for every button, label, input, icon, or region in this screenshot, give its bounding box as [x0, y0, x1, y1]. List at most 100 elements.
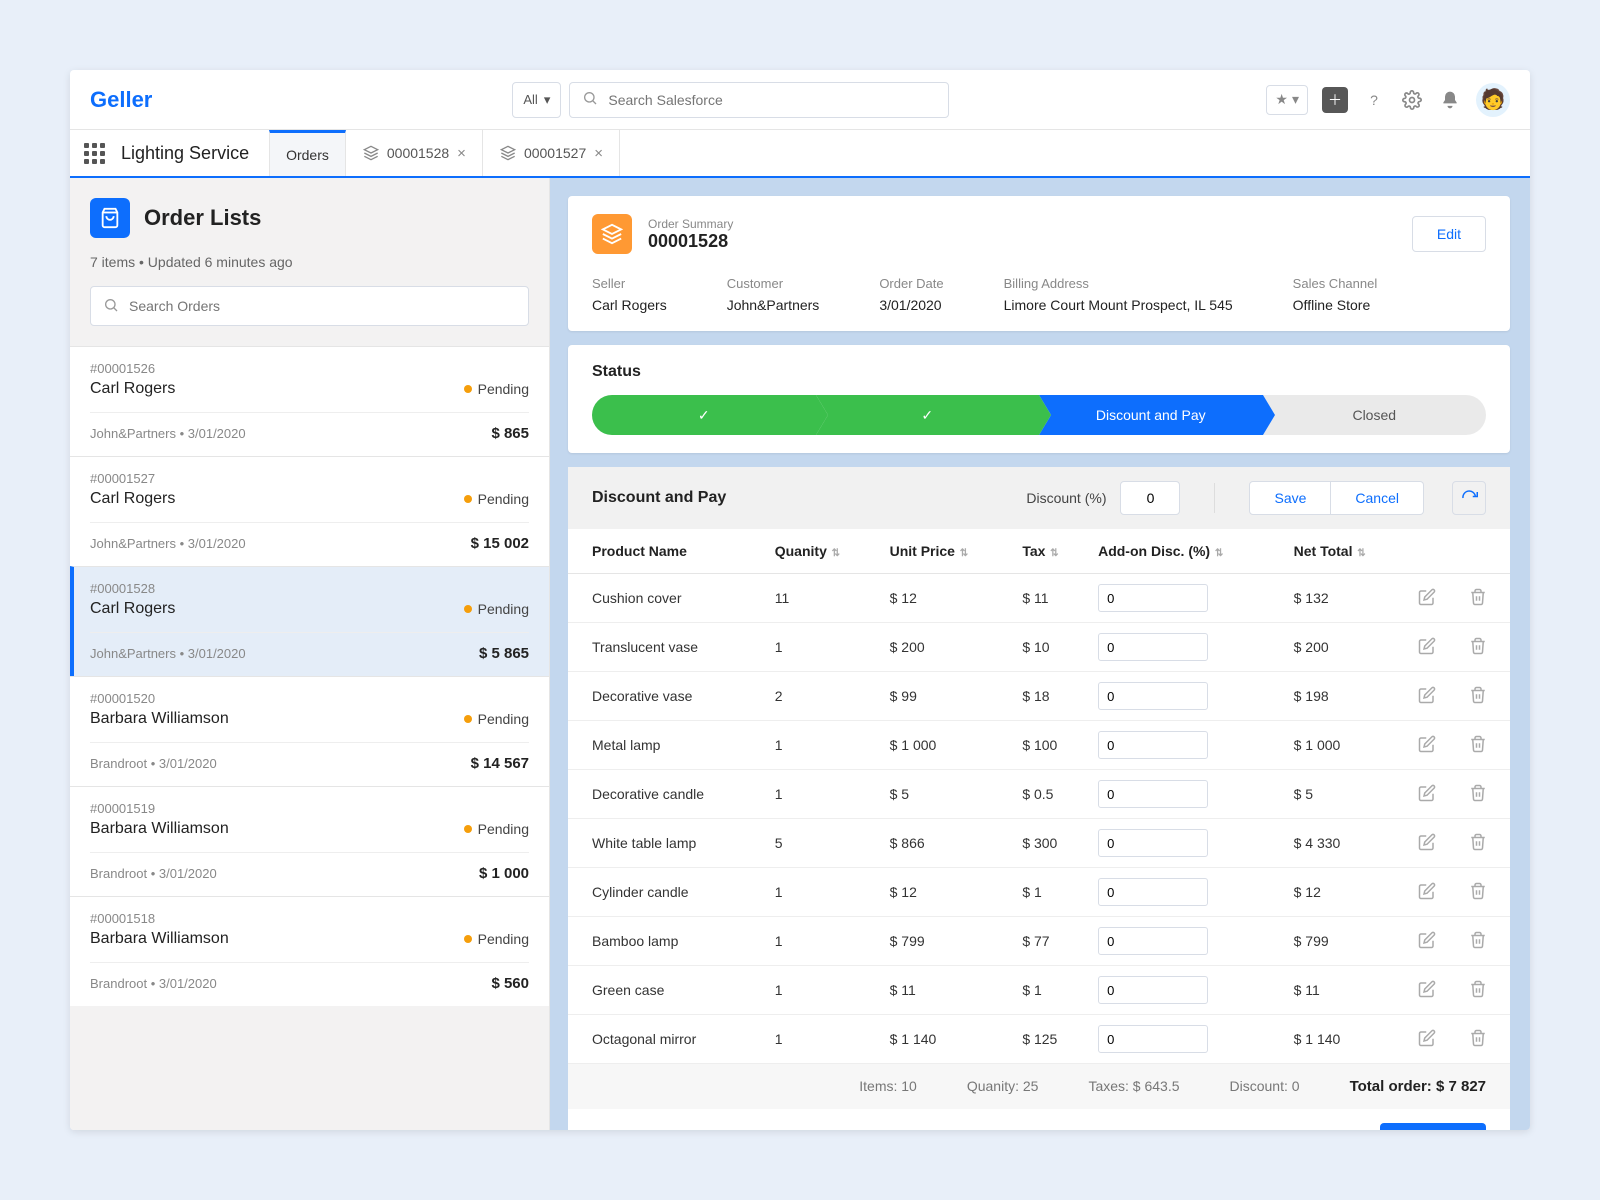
edit-icon[interactable] [1408, 868, 1459, 917]
column-header[interactable]: Unit Price ⇅ [880, 529, 1013, 574]
status-step-3[interactable]: Discount and Pay [1039, 395, 1263, 435]
order-number: #00001527 [90, 471, 529, 486]
search-icon [582, 90, 598, 109]
order-amount: $ 14 567 [471, 755, 529, 772]
cell-tax: $ 300 [1012, 819, 1088, 868]
cell-qty: 1 [765, 1015, 880, 1064]
order-list-item[interactable]: #00001527 Carl Rogers Pending John&Partn… [70, 456, 549, 566]
addon-discount-input[interactable] [1098, 927, 1208, 955]
tab-order-2[interactable]: 00001527 × [483, 130, 620, 176]
discount-input[interactable] [1120, 481, 1180, 515]
order-list-item[interactable]: #00001520 Barbara Williamson Pending Bra… [70, 676, 549, 786]
column-header[interactable]: Net Total ⇅ [1284, 529, 1408, 574]
trash-icon[interactable] [1459, 819, 1510, 868]
status-step-1[interactable]: ✓ [592, 395, 816, 435]
cell-price: $ 11 [880, 966, 1013, 1015]
cell-tax: $ 10 [1012, 623, 1088, 672]
status-step-2[interactable]: ✓ [816, 395, 1040, 435]
trash-icon[interactable] [1459, 721, 1510, 770]
column-header[interactable]: Tax ⇅ [1012, 529, 1088, 574]
bell-icon[interactable] [1438, 88, 1462, 112]
edit-icon[interactable] [1408, 770, 1459, 819]
cell-qty: 1 [765, 868, 880, 917]
topbar: Geller All▾ ★▾ ＋ ? 🧑 [70, 70, 1530, 130]
trash-icon[interactable] [1459, 770, 1510, 819]
star-icon: ★ [1275, 91, 1288, 108]
cell-price: $ 799 [880, 917, 1013, 966]
close-icon[interactable]: × [594, 145, 603, 162]
field-label: Order Date [879, 276, 943, 291]
addon-discount-input[interactable] [1098, 780, 1208, 808]
search-icon [103, 297, 119, 316]
summary-label: Order Summary [648, 217, 733, 231]
column-header[interactable]: Add-on Disc. (%) ⇅ [1088, 529, 1284, 574]
trash-icon[interactable] [1459, 868, 1510, 917]
table-row: Decorative vase 2 $ 99 $ 18 $ 198 [568, 672, 1510, 721]
order-amount: $ 560 [491, 975, 529, 992]
edit-icon[interactable] [1408, 917, 1459, 966]
order-list-item[interactable]: #00001518 Barbara Williamson Pending Bra… [70, 896, 549, 1006]
search-filter[interactable]: All▾ [512, 82, 561, 118]
total-discount: Discount: 0 [1230, 1078, 1300, 1095]
summary-field: Sales ChannelOffline Store [1293, 276, 1378, 313]
edit-icon[interactable] [1408, 623, 1459, 672]
order-list-item[interactable]: #00001526 Carl Rogers Pending John&Partn… [70, 346, 549, 456]
status-dot-icon [464, 715, 472, 723]
trash-icon[interactable] [1459, 966, 1510, 1015]
to-pay-button[interactable]: To Pay [1380, 1123, 1486, 1130]
addon-discount-input[interactable] [1098, 584, 1208, 612]
trash-icon[interactable] [1459, 574, 1510, 623]
global-search[interactable] [569, 82, 949, 118]
gear-icon[interactable] [1400, 88, 1424, 112]
order-seller: Barbara Williamson [90, 930, 229, 948]
order-list-item[interactable]: #00001519 Barbara Williamson Pending Bra… [70, 786, 549, 896]
refresh-button[interactable] [1452, 481, 1486, 515]
cancel-button[interactable]: Cancel [1331, 481, 1424, 515]
close-icon[interactable]: × [457, 145, 466, 162]
tab-orders[interactable]: Orders [269, 130, 346, 176]
cell-qty: 1 [765, 770, 880, 819]
sidebar-search[interactable] [90, 286, 529, 326]
cell-net: $ 11 [1284, 966, 1408, 1015]
addon-discount-input[interactable] [1098, 731, 1208, 759]
addon-discount-input[interactable] [1098, 976, 1208, 1004]
trash-icon[interactable] [1459, 1015, 1510, 1064]
status-step-4[interactable]: Closed [1263, 395, 1487, 435]
cell-net: $ 200 [1284, 623, 1408, 672]
cell-product: Decorative candle [568, 770, 765, 819]
help-icon[interactable]: ? [1362, 88, 1386, 112]
edit-icon[interactable] [1408, 574, 1459, 623]
discount-panel: Discount and Pay Discount (%) Save Cance… [568, 467, 1510, 1130]
edit-button[interactable]: Edit [1412, 216, 1486, 252]
column-header[interactable]: Quanity ⇅ [765, 529, 880, 574]
add-button[interactable]: ＋ [1322, 87, 1348, 113]
order-customer: John&Partners • 3/01/2020 [90, 536, 246, 551]
plus-icon: ＋ [1328, 90, 1342, 110]
edit-icon[interactable] [1408, 721, 1459, 770]
avatar[interactable]: 🧑 [1476, 83, 1510, 117]
addon-discount-input[interactable] [1098, 829, 1208, 857]
tabbar: Lighting Service Orders 00001528 × 00001… [70, 130, 1530, 178]
order-number: #00001520 [90, 691, 529, 706]
cell-product: Cushion cover [568, 574, 765, 623]
save-button[interactable]: Save [1249, 481, 1331, 515]
order-list-item[interactable]: #00001528 Carl Rogers Pending John&Partn… [70, 566, 549, 676]
order-amount: $ 1 000 [479, 865, 529, 882]
addon-discount-input[interactable] [1098, 1025, 1208, 1053]
app-launcher-icon[interactable] [84, 143, 105, 164]
global-search-input[interactable] [608, 92, 936, 108]
addon-discount-input[interactable] [1098, 878, 1208, 906]
edit-icon[interactable] [1408, 672, 1459, 721]
edit-icon[interactable] [1408, 966, 1459, 1015]
trash-icon[interactable] [1459, 917, 1510, 966]
column-header[interactable]: Product Name [568, 529, 765, 574]
favorites-button[interactable]: ★▾ [1266, 85, 1308, 115]
addon-discount-input[interactable] [1098, 633, 1208, 661]
trash-icon[interactable] [1459, 623, 1510, 672]
tab-order-1[interactable]: 00001528 × [346, 130, 483, 176]
edit-icon[interactable] [1408, 1015, 1459, 1064]
sidebar-search-input[interactable] [129, 298, 516, 314]
addon-discount-input[interactable] [1098, 682, 1208, 710]
edit-icon[interactable] [1408, 819, 1459, 868]
trash-icon[interactable] [1459, 672, 1510, 721]
